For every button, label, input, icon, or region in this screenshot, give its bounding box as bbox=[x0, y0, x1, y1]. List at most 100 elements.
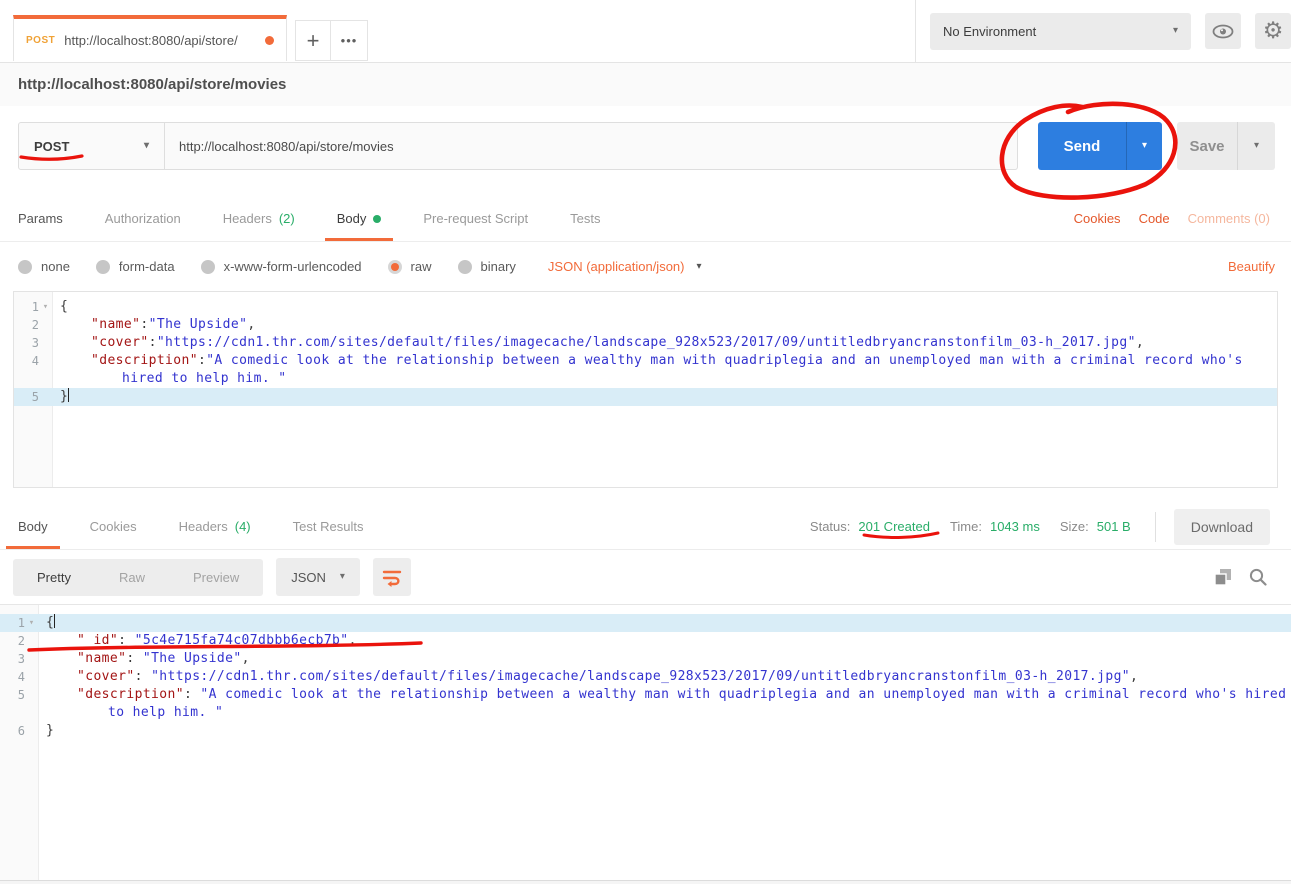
body-mode-label: x-www-form-urlencoded bbox=[224, 259, 362, 274]
code-line-text[interactable]: "description":"A comedic look at the rel… bbox=[52, 352, 1277, 388]
response-code-lines: 1▾{2"_id": "5c4e715fa74c07dbbb6ecb7b",3"… bbox=[0, 605, 1291, 740]
tab-label: Authorization bbox=[105, 211, 181, 226]
gear-icon: ⚙ bbox=[1263, 20, 1284, 43]
code-line[interactable]: 6} bbox=[0, 722, 1291, 740]
code-line-text[interactable]: "cover": "https://cdn1.thr.com/sites/def… bbox=[38, 668, 1291, 686]
tab-label: Cookies bbox=[90, 519, 137, 534]
copy-icon[interactable] bbox=[1215, 569, 1232, 586]
code-link[interactable]: Code bbox=[1139, 211, 1170, 226]
code-line-text[interactable]: { bbox=[52, 298, 1277, 316]
code-line[interactable]: 1▾{ bbox=[14, 298, 1277, 316]
json-key: "cover" bbox=[77, 669, 135, 684]
tab-params[interactable]: Params bbox=[6, 196, 75, 241]
status-value: 201 Created bbox=[858, 519, 930, 534]
response-format-dropdown[interactable]: JSON ▾ bbox=[276, 558, 360, 596]
cookies-link[interactable]: Cookies bbox=[1074, 211, 1121, 226]
json-punct: , bbox=[242, 651, 250, 666]
response-tab-cookies[interactable]: Cookies bbox=[78, 504, 149, 549]
json-punct: : bbox=[184, 687, 200, 702]
response-tab-test-results[interactable]: Test Results bbox=[281, 504, 376, 549]
fold-arrow-icon[interactable]: ▾ bbox=[39, 298, 52, 316]
save-options-button[interactable]: ▾ bbox=[1237, 122, 1275, 170]
code-line-text[interactable]: "name": "The Upside", bbox=[38, 650, 1291, 668]
save-button[interactable]: Save bbox=[1177, 122, 1237, 170]
beautify-link[interactable]: Beautify bbox=[1228, 259, 1275, 274]
code-line[interactable]: 3"name": "The Upside", bbox=[0, 650, 1291, 668]
chevron-down-icon: ▾ bbox=[1173, 26, 1178, 36]
environment-selected-label: No Environment bbox=[943, 24, 1036, 39]
code-line[interactable]: 2"_id": "5c4e715fa74c07dbbb6ecb7b", bbox=[0, 632, 1291, 650]
response-tab-headers[interactable]: Headers(4) bbox=[167, 504, 263, 549]
request-tab[interactable]: POST http://localhost:8080/api/store/ bbox=[13, 15, 287, 61]
code-line-text[interactable]: "cover":"https://cdn1.thr.com/sites/defa… bbox=[52, 334, 1277, 352]
tab-label: Headers bbox=[179, 519, 228, 534]
time-value: 1043 ms bbox=[990, 519, 1040, 534]
view-mode-pretty[interactable]: Pretty bbox=[13, 559, 95, 596]
wrap-text-button[interactable] bbox=[373, 558, 411, 596]
text-cursor bbox=[54, 614, 55, 628]
format-label: JSON bbox=[291, 570, 326, 585]
environment-quicklook-button[interactable] bbox=[1205, 13, 1241, 49]
body-mode-form-data[interactable]: form-data bbox=[96, 259, 175, 274]
line-number-text: 2 bbox=[32, 316, 39, 334]
body-modes: none form-data x-www-form-urlencoded raw bin… bbox=[18, 259, 516, 274]
size-label: Size: bbox=[1060, 519, 1089, 534]
fold-arrow-icon[interactable]: ▾ bbox=[25, 614, 38, 632]
url-input[interactable] bbox=[165, 122, 1018, 170]
json-punct: : bbox=[149, 335, 157, 350]
body-mode-none[interactable]: none bbox=[18, 259, 70, 274]
search-icon[interactable] bbox=[1249, 568, 1267, 586]
status-label: Status: bbox=[810, 519, 850, 534]
send-split-button: Send ▾ bbox=[1038, 122, 1162, 170]
tab-options-button[interactable]: ••• bbox=[330, 20, 368, 61]
tab-url-label: http://localhost:8080/api/store/ bbox=[64, 33, 256, 48]
response-body-editor[interactable]: 1▾{2"_id": "5c4e715fa74c07dbbb6ecb7b",3"… bbox=[0, 604, 1291, 880]
send-button[interactable]: Send bbox=[1038, 122, 1126, 170]
json-string: "The Upside" bbox=[143, 651, 242, 666]
code-line[interactable]: 3"cover":"https://cdn1.thr.com/sites/def… bbox=[14, 334, 1277, 352]
tab-tests[interactable]: Tests bbox=[558, 196, 612, 241]
code-line-text[interactable]: { bbox=[38, 614, 1291, 632]
code-line[interactable]: 5} bbox=[14, 388, 1277, 406]
tab-pre-request-script[interactable]: Pre-request Script bbox=[411, 196, 540, 241]
tab-headers[interactable]: Headers(2) bbox=[211, 196, 307, 241]
code-line-text[interactable]: "_id": "5c4e715fa74c07dbbb6ecb7b", bbox=[38, 632, 1291, 650]
environment-dropdown[interactable]: No Environment ▾ bbox=[930, 13, 1191, 50]
method-dropdown[interactable]: POST ▾ bbox=[18, 122, 165, 170]
new-tab-button[interactable]: + bbox=[295, 20, 331, 61]
json-punct: } bbox=[46, 723, 54, 738]
json-punct: : bbox=[126, 651, 142, 666]
request-tabs: Params Authorization Headers(2) Body Pre-req… bbox=[6, 196, 630, 241]
comments-0-link[interactable]: Comments (0) bbox=[1188, 211, 1270, 226]
request-body-editor[interactable]: 1▾{2 "name":"The Upside",3"cover":"https:… bbox=[13, 291, 1278, 488]
code-line-text[interactable]: "description": "A comedic look at the re… bbox=[38, 686, 1291, 722]
body-mode-x-www-form-urlencoded[interactable]: x-www-form-urlencoded bbox=[201, 259, 362, 274]
view-mode-raw[interactable]: Raw bbox=[95, 559, 169, 596]
code-line[interactable]: 4"cover": "https://cdn1.thr.com/sites/de… bbox=[0, 668, 1291, 686]
code-line-text[interactable]: } bbox=[52, 388, 1277, 406]
json-punct: : bbox=[198, 353, 206, 368]
download-button[interactable]: Download bbox=[1174, 509, 1270, 545]
tab-body[interactable]: Body bbox=[325, 196, 394, 241]
settings-button[interactable]: ⚙ bbox=[1255, 13, 1291, 49]
code-line[interactable]: 5"description": "A comedic look at the r… bbox=[0, 686, 1291, 722]
body-mode-binary[interactable]: binary bbox=[458, 259, 516, 274]
code-line[interactable]: 1▾{ bbox=[0, 614, 1291, 632]
line-number: 1▾ bbox=[14, 298, 52, 316]
view-mode-preview[interactable]: Preview bbox=[169, 559, 263, 596]
send-options-button[interactable]: ▾ bbox=[1126, 122, 1162, 170]
code-line-text[interactable]: } bbox=[38, 722, 1291, 740]
content-type-label: JSON (application/json) bbox=[548, 259, 685, 274]
code-line-text[interactable]: "name":"The Upside", bbox=[52, 316, 1277, 334]
tab-authorization[interactable]: Authorization bbox=[93, 196, 193, 241]
wrap-text-icon bbox=[381, 567, 403, 587]
content-type-dropdown[interactable]: JSON (application/json) ▾ bbox=[548, 259, 702, 274]
json-key: "name" bbox=[77, 651, 126, 666]
code-line[interactable]: 2 "name":"The Upside", bbox=[14, 316, 1277, 334]
json-key: "description" bbox=[91, 353, 198, 368]
body-mode-raw[interactable]: raw bbox=[388, 259, 432, 274]
size-value: 501 B bbox=[1097, 519, 1131, 534]
code-line[interactable]: 4"description":"A comedic look at the re… bbox=[14, 352, 1277, 388]
tab-method-badge: POST bbox=[26, 35, 55, 46]
response-tab-body[interactable]: Body bbox=[6, 504, 60, 549]
